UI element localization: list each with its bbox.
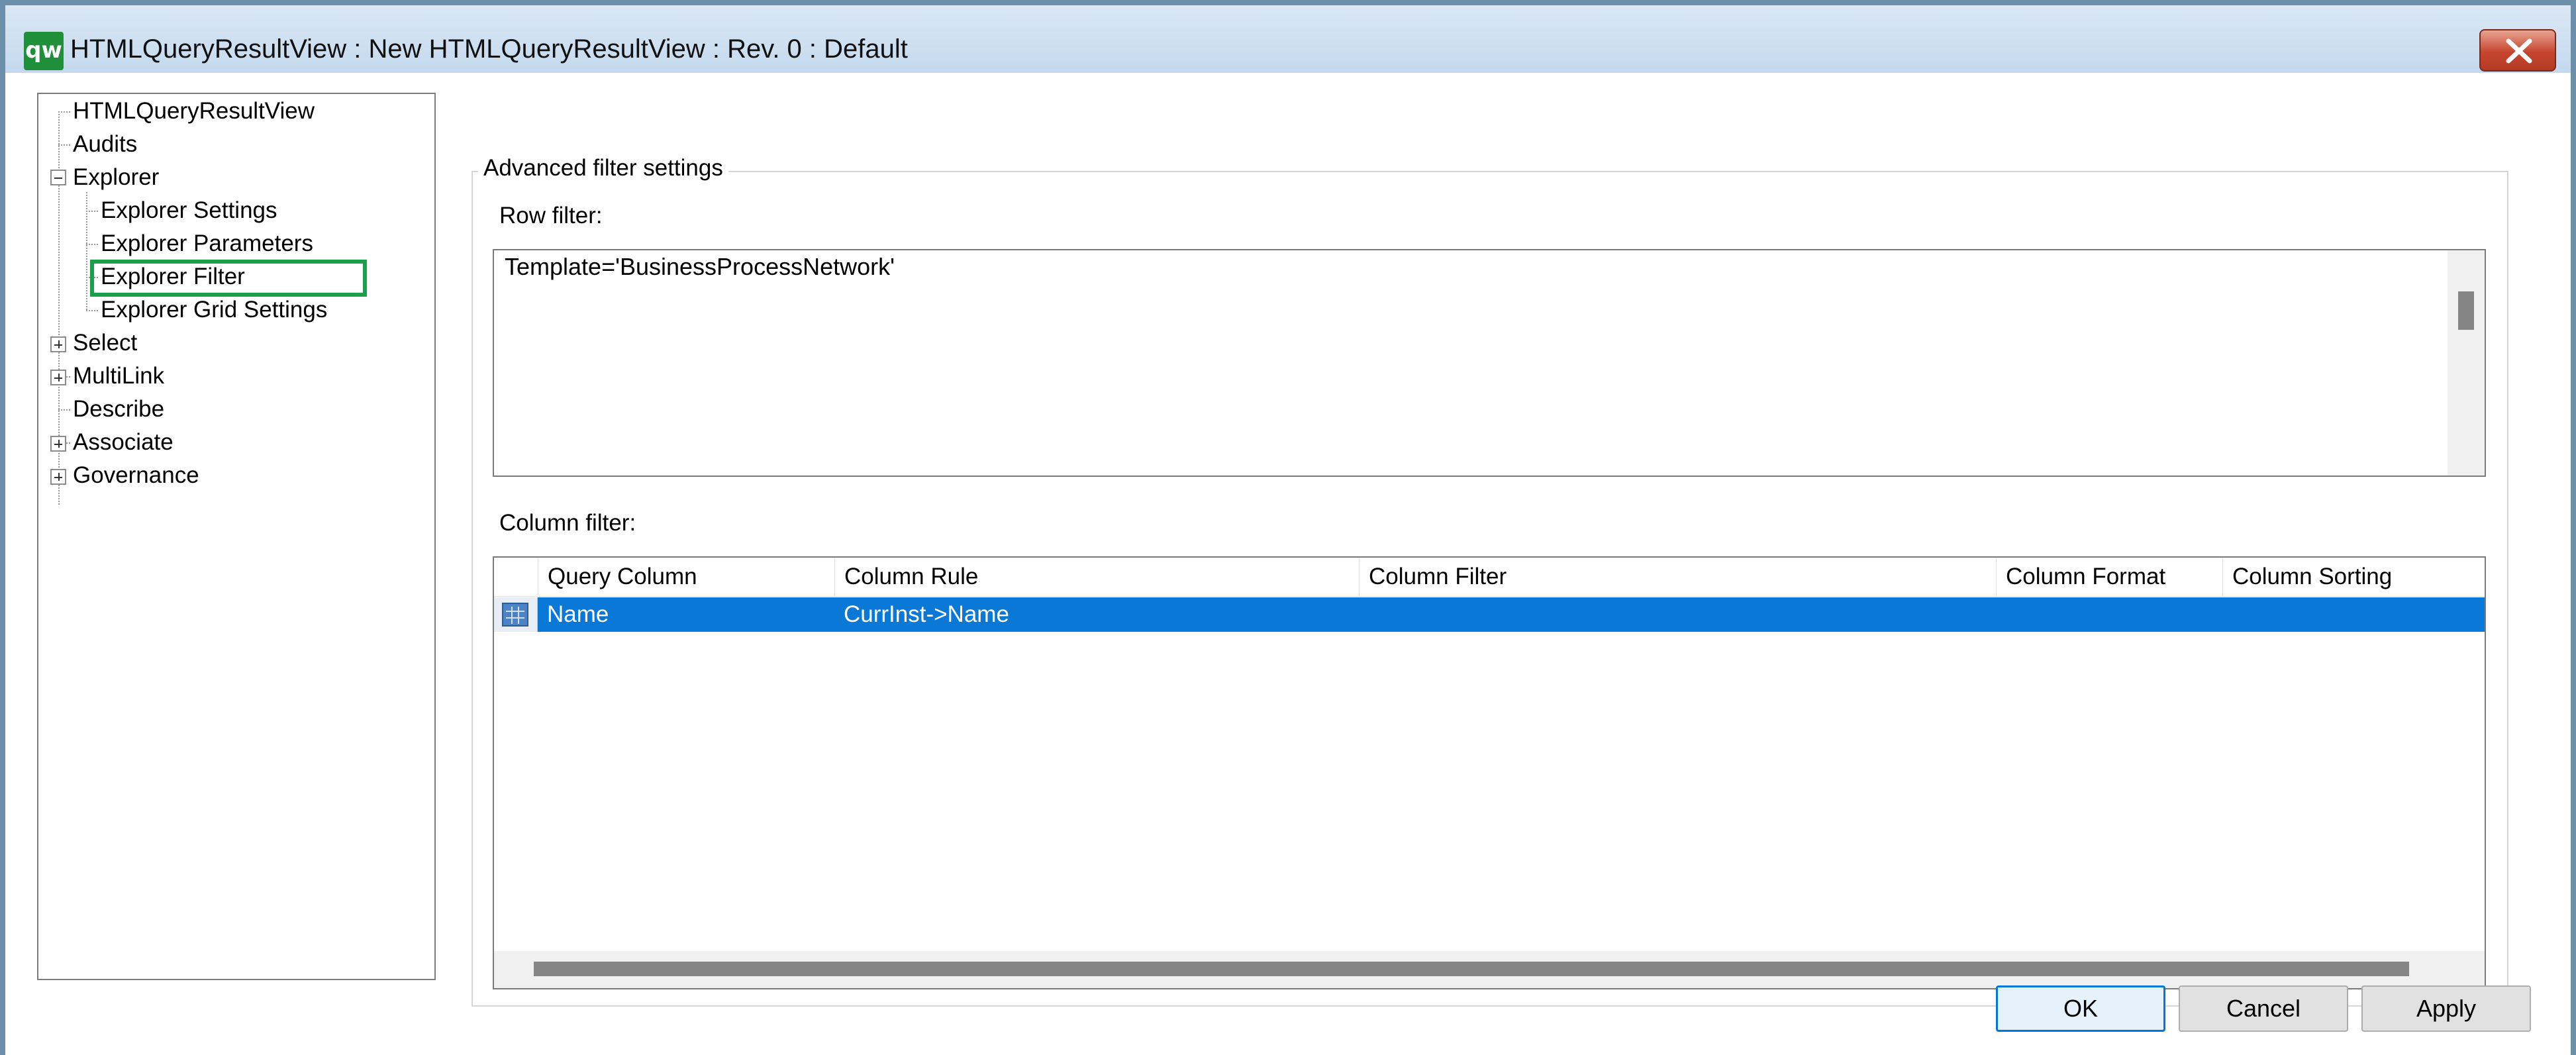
dialog-content: HTMLQueryResultView Audits Explorer Expl… bbox=[5, 73, 2571, 1055]
cell-column-filter[interactable] bbox=[1359, 597, 1996, 632]
column-header-column-rule[interactable]: Column Rule bbox=[834, 558, 1359, 596]
dialog-window: qw HTMLQueryResultView : New HTMLQueryRe… bbox=[0, 0, 2576, 1055]
tree-line bbox=[86, 211, 98, 212]
cell-query-column[interactable]: Name bbox=[538, 597, 834, 632]
expand-icon[interactable] bbox=[50, 336, 66, 352]
row-selector[interactable] bbox=[494, 597, 538, 632]
column-filter-label: Column filter: bbox=[499, 510, 636, 536]
tree-item-explorer-parameters[interactable]: Explorer Parameters bbox=[101, 230, 313, 257]
close-icon bbox=[2506, 38, 2532, 64]
tree-item-explorer-grid-settings[interactable]: Explorer Grid Settings bbox=[101, 297, 327, 323]
tree-item-governance[interactable]: Governance bbox=[73, 462, 199, 489]
tree-item-associate[interactable]: Associate bbox=[73, 429, 173, 456]
cell-column-sorting[interactable] bbox=[2222, 597, 2485, 632]
tree-line bbox=[86, 244, 98, 245]
expand-icon[interactable] bbox=[50, 370, 66, 385]
scrollbar-thumb[interactable] bbox=[534, 962, 2409, 976]
column-header-column-format[interactable]: Column Format bbox=[1996, 558, 2222, 596]
grid-row-icon bbox=[502, 603, 528, 627]
scrollbar-thumb[interactable] bbox=[2458, 291, 2474, 330]
expand-icon[interactable] bbox=[50, 436, 66, 452]
expand-icon[interactable] bbox=[50, 469, 66, 485]
window-title: HTMLQueryResultView : New HTMLQueryResul… bbox=[70, 34, 908, 64]
close-button[interactable] bbox=[2479, 29, 2556, 72]
navigation-tree[interactable]: HTMLQueryResultView Audits Explorer Expl… bbox=[37, 93, 436, 980]
row-filter-textarea[interactable]: Template='BusinessProcessNetwork' bbox=[493, 249, 2486, 477]
tree-line bbox=[58, 409, 70, 411]
column-filter-grid[interactable]: Query Column Column Rule Column Filter C… bbox=[493, 556, 2486, 989]
tree-line bbox=[86, 192, 87, 310]
collapse-icon[interactable] bbox=[50, 170, 66, 185]
tree-line bbox=[58, 111, 70, 113]
tree-item-select[interactable]: Select bbox=[73, 330, 137, 356]
grid-header: Query Column Column Rule Column Filter C… bbox=[494, 558, 2485, 597]
ok-button[interactable]: OK bbox=[1996, 985, 2165, 1032]
tree-item-htmlqueryresultview[interactable]: HTMLQueryResultView bbox=[73, 98, 315, 125]
column-header-column-filter[interactable]: Column Filter bbox=[1359, 558, 1996, 596]
row-selector-header bbox=[494, 558, 538, 596]
tree-item-multilink[interactable]: MultiLink bbox=[73, 363, 164, 389]
row-filter-scrollbar[interactable] bbox=[2448, 250, 2485, 476]
cancel-button[interactable]: Cancel bbox=[2179, 985, 2348, 1032]
tree-item-describe[interactable]: Describe bbox=[73, 396, 164, 423]
row-filter-value: Template='BusinessProcessNetwork' bbox=[505, 253, 895, 280]
app-icon: qw bbox=[24, 32, 64, 70]
table-row[interactable]: Name CurrInst->Name bbox=[538, 597, 2485, 632]
group-label: Advanced filter settings bbox=[478, 155, 728, 181]
selection-highlight-box bbox=[90, 260, 367, 297]
cell-column-format[interactable] bbox=[1996, 597, 2222, 632]
tree-item-explorer-settings[interactable]: Explorer Settings bbox=[101, 197, 277, 224]
grid-horizontal-scrollbar[interactable] bbox=[494, 951, 2485, 988]
title-bar: qw HTMLQueryResultView : New HTMLQueryRe… bbox=[5, 5, 2571, 73]
cell-column-rule[interactable]: CurrInst->Name bbox=[834, 597, 1359, 632]
column-header-query-column[interactable]: Query Column bbox=[538, 558, 834, 596]
tree-item-explorer[interactable]: Explorer bbox=[73, 164, 159, 191]
row-filter-label: Row filter: bbox=[499, 203, 603, 228]
tree-line bbox=[58, 144, 70, 146]
tree-line bbox=[86, 310, 98, 311]
tree-item-audits[interactable]: Audits bbox=[73, 131, 137, 158]
column-header-column-sorting[interactable]: Column Sorting bbox=[2222, 558, 2485, 596]
apply-button[interactable]: Apply bbox=[2361, 985, 2531, 1032]
